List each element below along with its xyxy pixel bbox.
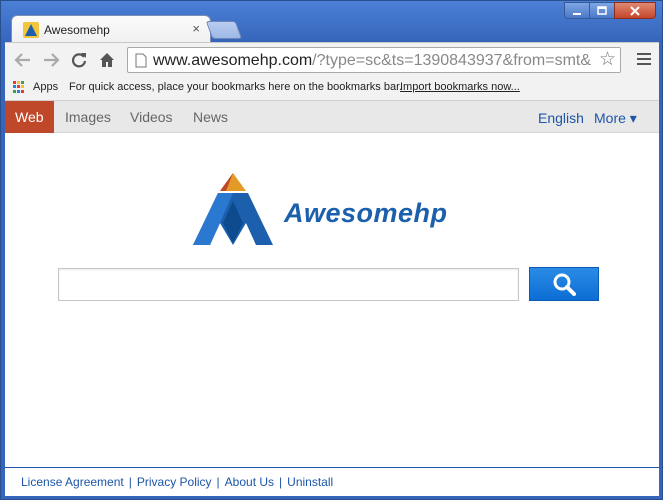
tab-videos[interactable]: Videos [120, 101, 183, 133]
license-agreement-link[interactable]: License Agreement [21, 475, 124, 489]
awesomehp-logo: Awesomehp [188, 171, 488, 251]
tab-web[interactable]: Web [5, 101, 54, 133]
footer-separator: | [128, 475, 132, 489]
close-icon [630, 5, 640, 16]
awesomehp-logo-icon [193, 173, 273, 245]
bookmarks-hint: For quick access, place your bookmarks h… [69, 81, 403, 93]
home-button[interactable] [97, 50, 117, 70]
maximize-icon [597, 5, 607, 15]
import-bookmarks-link[interactable]: Import bookmarks now... [400, 81, 520, 93]
close-window-button[interactable] [614, 2, 656, 19]
footer-links: License Agreement | Privacy Policy | About U… [5, 467, 659, 496]
search-button[interactable] [529, 267, 599, 301]
browser-tab[interactable]: Awesomehp × [11, 15, 211, 43]
address-bar[interactable]: www.awesomehp.com/?type=sc&ts=1390843937… [127, 47, 621, 73]
url-host: www.awesomehp.com [153, 52, 313, 69]
reload-button[interactable] [69, 50, 89, 70]
search-icon [553, 273, 576, 296]
page-icon [135, 53, 147, 68]
browser-window: Awesomehp × www.awesomehp.com/?type=sc&t… [0, 0, 663, 500]
search-vertical-nav: Web Images Videos News English More ▾ [5, 101, 659, 133]
browser-toolbar: www.awesomehp.com/?type=sc&ts=1390843937… [5, 42, 659, 76]
footer-separator: | [279, 475, 283, 489]
footer-separator: | [216, 475, 220, 489]
apps-label[interactable]: Apps [33, 81, 58, 93]
tab-title: Awesomehp [44, 23, 110, 37]
apps-grid-icon[interactable] [13, 81, 25, 93]
search-input[interactable] [58, 268, 519, 301]
about-us-link[interactable]: About Us [225, 475, 274, 489]
privacy-policy-link[interactable]: Privacy Policy [137, 475, 212, 489]
bookmark-star-icon[interactable]: ☆ [599, 49, 616, 71]
chrome-menu-icon[interactable] [637, 53, 651, 68]
minimize-button[interactable] [564, 2, 590, 19]
forward-button[interactable] [41, 50, 61, 70]
bookmarks-bar: Apps For quick access, place your bookma… [5, 76, 659, 101]
uninstall-link[interactable]: Uninstall [287, 475, 333, 489]
url-text[interactable]: www.awesomehp.com/?type=sc&ts=1390843937… [153, 51, 593, 71]
reload-icon [71, 53, 87, 68]
more-dropdown[interactable]: More ▾ [594, 101, 637, 133]
tab-news[interactable]: News [183, 101, 238, 133]
maximize-button[interactable] [589, 2, 615, 19]
logo-text: Awesomehp [284, 198, 448, 228]
new-tab-button[interactable] [205, 21, 243, 39]
page-content: Web Images Videos News English More ▾ Aw… [5, 101, 659, 496]
awesomehp-favicon-icon [23, 22, 39, 38]
minimize-icon [573, 12, 581, 15]
back-button[interactable] [13, 50, 33, 70]
home-icon [100, 53, 114, 67]
back-arrow-icon [14, 53, 30, 67]
tab-images[interactable]: Images [55, 101, 121, 133]
forward-arrow-icon [44, 53, 60, 67]
tab-close-icon[interactable]: × [192, 21, 200, 37]
url-path: /?type=sc&ts=1390843937&from=smt& [312, 52, 592, 69]
window-controls [564, 2, 656, 19]
language-link[interactable]: English [538, 101, 584, 133]
